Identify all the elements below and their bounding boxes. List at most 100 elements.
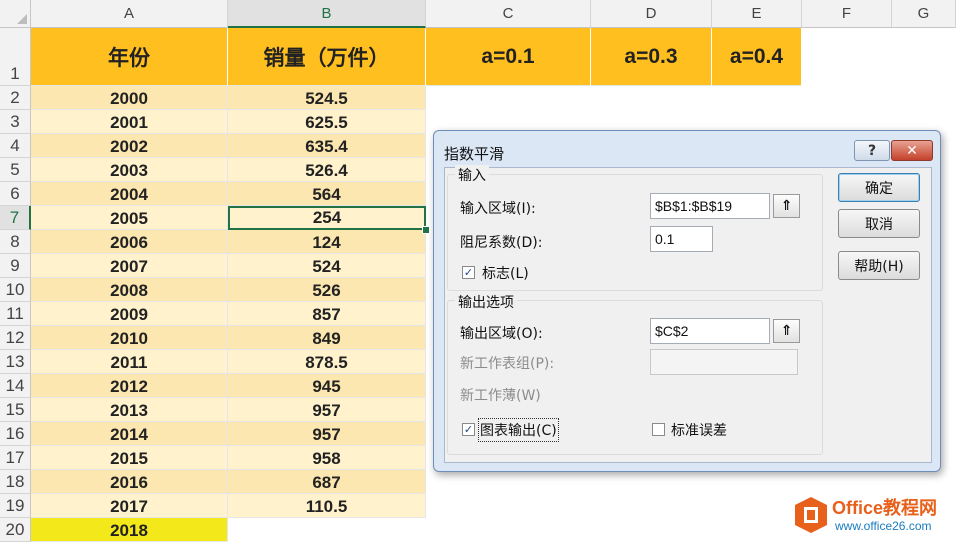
standard-errors-label[interactable]: 标准误差 xyxy=(671,420,727,440)
cell-sales[interactable]: 849 xyxy=(228,326,426,350)
cell-e1-alpha[interactable]: a=0.4 xyxy=(712,28,802,86)
labels-checkbox-label[interactable]: 标志(L) xyxy=(482,263,529,283)
cell-year[interactable]: 2002 xyxy=(31,134,228,158)
row-header-17[interactable]: 17 xyxy=(0,446,31,470)
watermark: Office教程网 www.office26.com xyxy=(788,492,956,542)
cell-year[interactable]: 2009 xyxy=(31,302,228,326)
standard-errors-checkbox[interactable] xyxy=(652,423,665,436)
cell-sales[interactable]: 635.4 xyxy=(228,134,426,158)
row-header-19[interactable]: 19 xyxy=(0,494,31,518)
cell-year[interactable]: 2007 xyxy=(31,254,228,278)
cell-sales[interactable]: 878.5 xyxy=(228,350,426,374)
cell-sales[interactable]: 857 xyxy=(228,302,426,326)
cell-year[interactable]: 2016 xyxy=(31,470,228,494)
cell-sales[interactable]: 524.5 xyxy=(228,86,426,110)
cell-d1-alpha[interactable]: a=0.3 xyxy=(591,28,712,86)
cell-year[interactable]: 2006 xyxy=(31,230,228,254)
cell-year[interactable]: 2001 xyxy=(31,110,228,134)
new-worksheet-field xyxy=(650,349,798,375)
row-header-11[interactable]: 11 xyxy=(0,302,31,326)
collapse-arrow-icon: ⇑ xyxy=(780,323,793,339)
cell-sales[interactable]: 625.5 xyxy=(228,110,426,134)
column-header-f[interactable]: F xyxy=(802,0,892,28)
output-range-collapse-button[interactable]: ⇑ xyxy=(773,319,800,343)
row-header-12[interactable]: 12 xyxy=(0,326,31,350)
exponential-smoothing-dialog: 指数平滑 ? ✕ 输入 输入区域(I): $B$1:$B$19 ⇑ 阻尼系数(D… xyxy=(433,130,941,472)
cell-sales[interactable]: 957 xyxy=(228,422,426,446)
cell-sales[interactable]: 524 xyxy=(228,254,426,278)
row-header-7[interactable]: 7 xyxy=(0,206,31,230)
ok-button[interactable]: 确定 xyxy=(838,173,920,202)
cell-sales[interactable]: 110.5 xyxy=(228,494,426,518)
column-header-c[interactable]: C xyxy=(426,0,591,28)
column-header-b[interactable]: B xyxy=(228,0,426,28)
cell-year[interactable]: 2012 xyxy=(31,374,228,398)
cell-sales-selected[interactable]: 254 xyxy=(228,206,426,230)
output-group-label: 输出选项 xyxy=(455,292,517,312)
cell-year[interactable]: 2008 xyxy=(31,278,228,302)
row-header-3[interactable]: 3 xyxy=(0,110,31,134)
cell-sales[interactable]: 958 xyxy=(228,446,426,470)
cell-sales[interactable]: 957 xyxy=(228,398,426,422)
chart-output-label[interactable]: 图表输出(C) xyxy=(478,418,559,442)
cell-year[interactable]: 2003 xyxy=(31,158,228,182)
row-header-15[interactable]: 15 xyxy=(0,398,31,422)
office-logo-icon xyxy=(795,497,827,533)
row-header-9[interactable]: 9 xyxy=(0,254,31,278)
new-worksheet-label: 新工作表组(P): xyxy=(460,356,555,372)
cell-year[interactable]: 2010 xyxy=(31,326,228,350)
checkmark-icon: ✓ xyxy=(463,266,474,279)
row-header-5[interactable]: 5 xyxy=(0,158,31,182)
cell-year[interactable]: 2013 xyxy=(31,398,228,422)
fill-handle[interactable] xyxy=(422,226,430,234)
input-range-label: 输入区域(I): xyxy=(460,201,536,217)
row-header-6[interactable]: 6 xyxy=(0,182,31,206)
column-header-a[interactable]: A xyxy=(31,0,228,28)
cell-year[interactable]: 2011 xyxy=(31,350,228,374)
column-header-e[interactable]: E xyxy=(712,0,802,28)
collapse-arrow-icon: ⇑ xyxy=(780,198,793,214)
cell-year[interactable]: 2000 xyxy=(31,86,228,110)
labels-checkbox[interactable]: ✓ xyxy=(462,266,475,279)
cell-b1-sales-header[interactable]: 销量（万件） xyxy=(228,28,426,86)
cell-sales[interactable]: 564 xyxy=(228,182,426,206)
cell-year[interactable]: 2018 xyxy=(31,518,228,542)
cell-sales[interactable]: 124 xyxy=(228,230,426,254)
row-header-13[interactable]: 13 xyxy=(0,350,31,374)
watermark-url: www.office26.com xyxy=(835,519,932,533)
row-header-20[interactable]: 20 xyxy=(0,518,31,542)
cell-c1-alpha[interactable]: a=0.1 xyxy=(426,28,591,86)
cell-year[interactable]: 2017 xyxy=(31,494,228,518)
row-header-10[interactable]: 10 xyxy=(0,278,31,302)
checkmark-icon: ✓ xyxy=(463,423,474,436)
cell-a1-year-header[interactable]: 年份 xyxy=(31,28,228,86)
cell-sales[interactable]: 526.4 xyxy=(228,158,426,182)
help-button[interactable]: 帮助(H) xyxy=(838,251,920,280)
cell-year[interactable]: 2004 xyxy=(31,182,228,206)
input-range-field[interactable]: $B$1:$B$19 xyxy=(650,193,770,219)
column-header-g[interactable]: G xyxy=(892,0,956,28)
cancel-button[interactable]: 取消 xyxy=(838,209,920,238)
cell-sales[interactable]: 945 xyxy=(228,374,426,398)
select-all-corner[interactable] xyxy=(0,0,31,28)
row-header-1[interactable]: 1 xyxy=(0,28,31,86)
chart-output-checkbox[interactable]: ✓ xyxy=(462,423,475,436)
row-header-8[interactable]: 8 xyxy=(0,230,31,254)
cell-sales[interactable]: 687 xyxy=(228,470,426,494)
row-header-16[interactable]: 16 xyxy=(0,422,31,446)
column-header-d[interactable]: D xyxy=(591,0,712,28)
dialog-close-button[interactable]: ✕ xyxy=(891,140,933,161)
cell-year[interactable]: 2014 xyxy=(31,422,228,446)
output-range-field[interactable]: $C$2 xyxy=(650,318,770,344)
row-header-2[interactable]: 2 xyxy=(0,86,31,110)
input-range-collapse-button[interactable]: ⇑ xyxy=(773,194,800,218)
row-header-18[interactable]: 18 xyxy=(0,470,31,494)
cell-year[interactable]: 2015 xyxy=(31,446,228,470)
cell-year[interactable]: 2005 xyxy=(31,206,228,230)
cell-sales[interactable]: 526 xyxy=(228,278,426,302)
damping-factor-label: 阻尼系数(D): xyxy=(460,235,543,251)
damping-factor-field[interactable]: 0.1 xyxy=(650,226,713,252)
dialog-help-button[interactable]: ? xyxy=(854,140,890,161)
row-header-4[interactable]: 4 xyxy=(0,134,31,158)
row-header-14[interactable]: 14 xyxy=(0,374,31,398)
